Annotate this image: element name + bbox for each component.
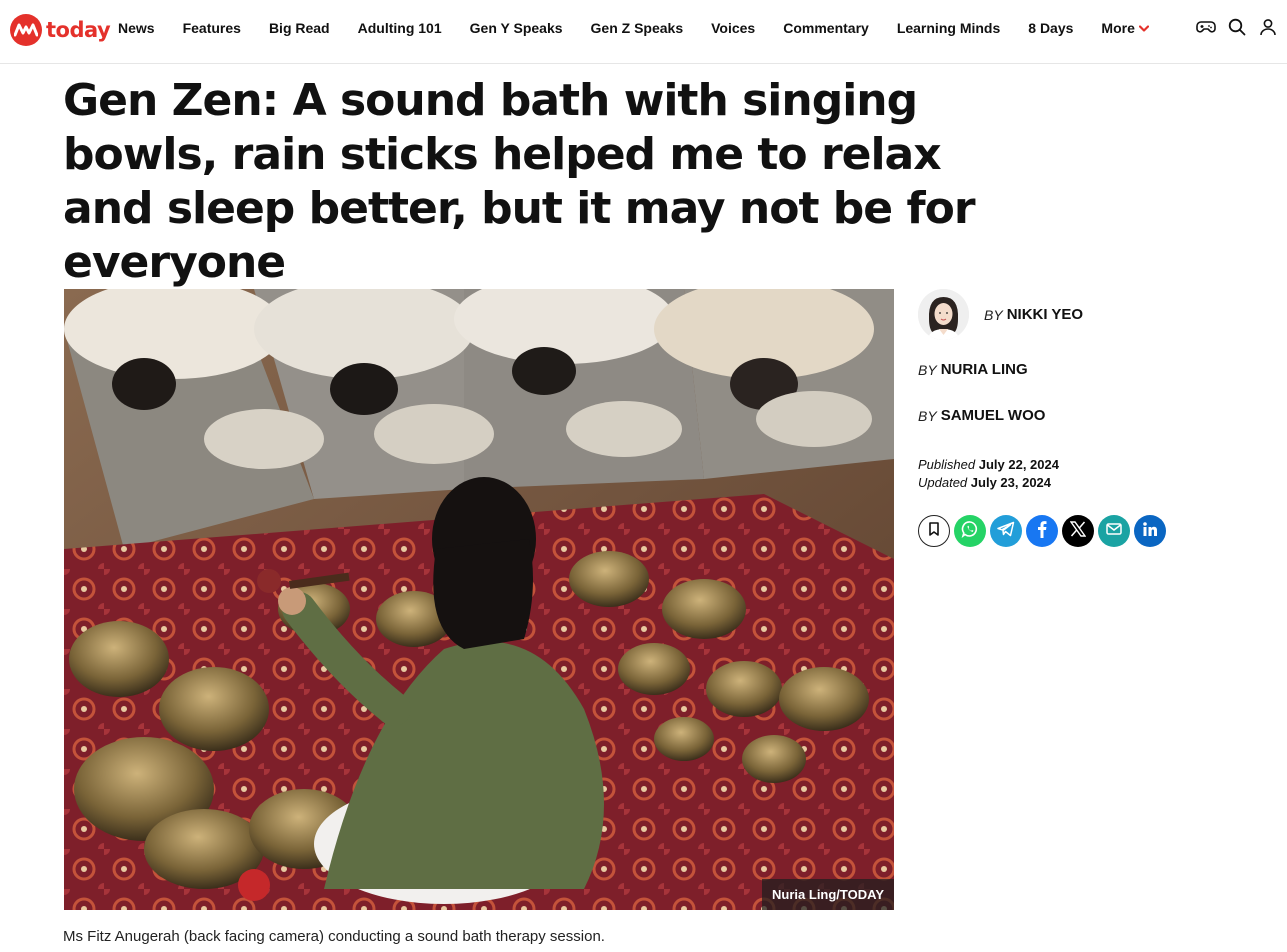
email-icon — [1106, 522, 1122, 540]
whatsapp-icon — [961, 520, 979, 543]
header-actions — [1186, 16, 1279, 38]
published-label: Published — [918, 457, 976, 472]
share-facebook-button[interactable] — [1026, 515, 1058, 547]
chevron-down-icon — [1138, 20, 1149, 36]
nav-gen-y-speaks[interactable]: Gen Y Speaks — [470, 20, 563, 36]
nav-more-label: More — [1101, 20, 1135, 36]
share-bar — [918, 515, 1170, 547]
sound-bath-photo — [64, 289, 894, 910]
bookmark-button[interactable] — [918, 515, 950, 547]
author-name: NURIA LING — [940, 361, 1028, 378]
updated-date-row: Updated July 23, 2024 — [918, 474, 1059, 492]
share-whatsapp-button[interactable] — [954, 515, 986, 547]
hero-image[interactable]: Nuria Ling/TODAY — [64, 289, 894, 910]
updated-label: Updated — [918, 475, 968, 490]
author-name: SAMUEL WOO — [940, 407, 1046, 424]
author-nikki-yeo[interactable]: BY NIKKI YEO — [918, 289, 1248, 340]
nav-big-read[interactable]: Big Read — [269, 20, 330, 36]
image-credit: Nuria Ling/TODAY — [762, 879, 894, 910]
share-email-button[interactable] — [1098, 515, 1130, 547]
nav-features[interactable]: Features — [183, 20, 241, 36]
share-linkedin-button[interactable] — [1134, 515, 1166, 547]
bookmark-icon — [928, 521, 940, 541]
updated-date: July 23, 2024 — [970, 475, 1052, 490]
user-icon[interactable] — [1257, 16, 1279, 38]
nav-voices[interactable]: Voices — [711, 20, 755, 36]
share-x-button[interactable] — [1062, 515, 1094, 547]
by-label: BY — [918, 407, 937, 424]
published-date-row: Published July 22, 2024 — [918, 456, 1059, 474]
brand-name: today — [46, 18, 111, 42]
nav-commentary[interactable]: Commentary — [783, 20, 869, 36]
mediacorp-logo-icon — [10, 14, 42, 46]
author-samuel-woo[interactable]: BY SAMUEL WOO — [918, 407, 1248, 424]
nav-8-days[interactable]: 8 Days — [1028, 20, 1073, 36]
x-icon — [1069, 520, 1087, 542]
published-date: July 22, 2024 — [978, 457, 1059, 472]
facebook-icon — [1037, 520, 1047, 543]
nav-more[interactable]: More — [1101, 20, 1149, 36]
telegram-icon — [997, 521, 1015, 542]
gamepad-icon[interactable] — [1195, 16, 1217, 38]
search-icon[interactable] — [1226, 16, 1248, 38]
main-nav: News Features Big Read Adulting 101 Gen … — [118, 0, 1177, 56]
author-nuria-ling[interactable]: BY NURIA LING — [918, 361, 1248, 378]
top-navigation-bar: today News Features Big Read Adulting 10… — [0, 0, 1287, 64]
nav-adulting-101[interactable]: Adulting 101 — [358, 20, 442, 36]
author-avatar — [918, 289, 969, 340]
linkedin-icon — [1142, 521, 1158, 542]
author-list: BY NIKKI YEO BY NURIA LING BY SAMUEL WOO — [918, 289, 1248, 424]
image-caption: Ms Fitz Anugerah (back facing camera) co… — [63, 928, 605, 945]
article-dates: Published July 22, 2024 Updated July 23,… — [918, 456, 1059, 492]
today-logo[interactable]: today — [10, 14, 111, 46]
nav-gen-z-speaks[interactable]: Gen Z Speaks — [591, 20, 684, 36]
article-headline: Gen Zen: A sound bath with singing bowls… — [63, 75, 976, 288]
nav-learning-minds[interactable]: Learning Minds — [897, 20, 1000, 36]
share-telegram-button[interactable] — [990, 515, 1022, 547]
by-label: BY — [918, 361, 937, 378]
author-name: NIKKI YEO — [1006, 306, 1084, 323]
by-label: BY — [984, 306, 1003, 323]
nav-news[interactable]: News — [118, 20, 155, 36]
